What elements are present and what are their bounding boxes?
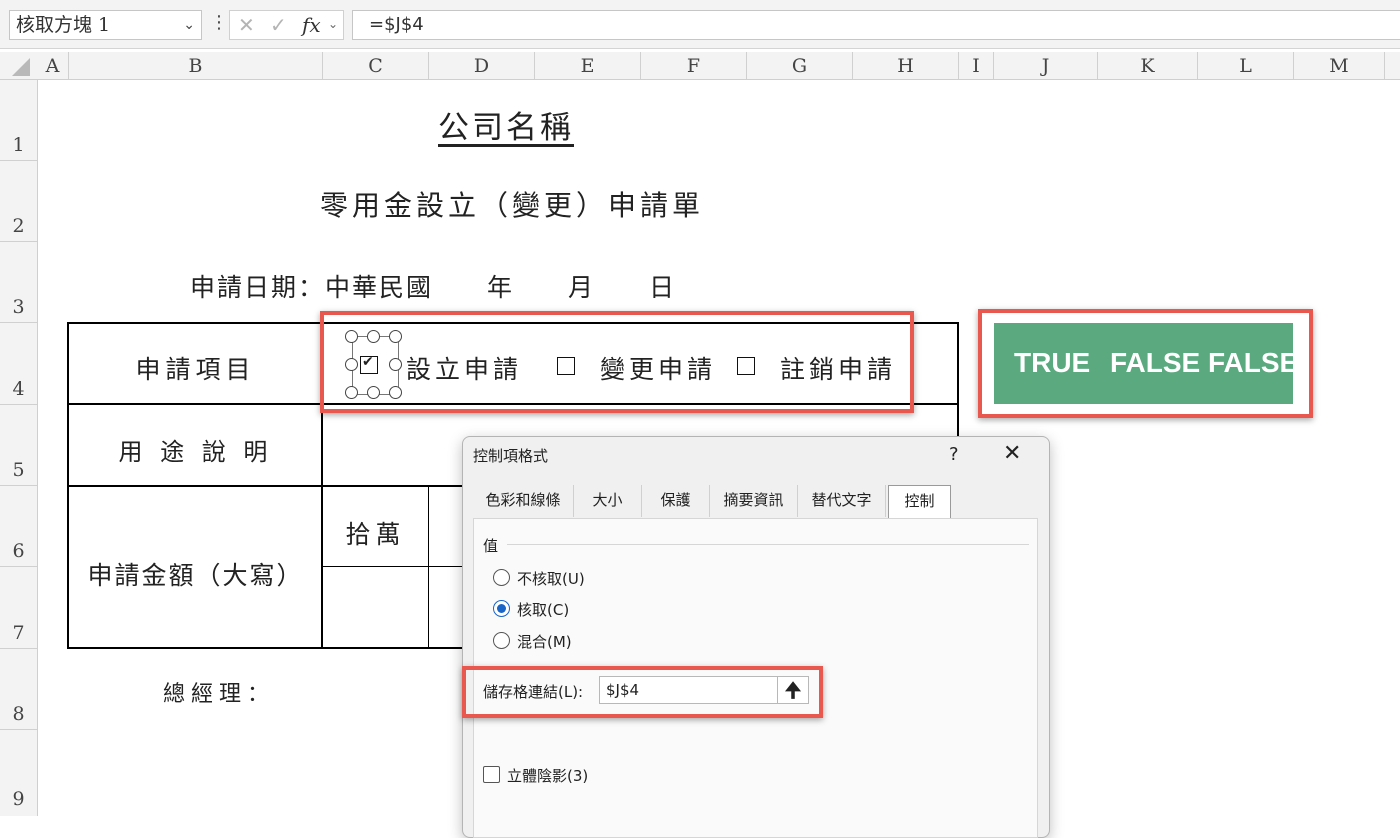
row-header-1[interactable]: 1: [0, 80, 37, 161]
column-header-g[interactable]: G: [747, 52, 853, 79]
formula-buttons: ✕ ✓ fx ⌄: [229, 10, 344, 40]
row-header-7[interactable]: 7: [0, 567, 37, 649]
enter-icon[interactable]: ✓: [270, 13, 287, 37]
radio-mixed-label[interactable]: 混合(M): [517, 631, 572, 652]
formula-bar: 核取方塊 1 ⌄ ⋮ ✕ ✓ fx ⌄ =$J$4: [0, 0, 1400, 49]
dialog-title: 控制項格式: [473, 447, 549, 465]
close-icon[interactable]: ✕: [1003, 441, 1021, 466]
column-headers: A B C D E F G H I J K L M: [0, 52, 1400, 80]
column-header-k[interactable]: K: [1098, 52, 1198, 79]
column-header-h[interactable]: H: [853, 52, 959, 79]
column-header-m[interactable]: M: [1294, 52, 1385, 79]
format-control-dialog: 控制項格式 ? ✕ 色彩和線條 大小 保護 摘要資訊 替代文字 控制 值 不核取…: [462, 436, 1050, 838]
company-name: 公司名稱: [438, 110, 574, 146]
insert-function-icon[interactable]: fx: [302, 13, 321, 37]
highlight-cell-link: [462, 666, 823, 718]
tab-size[interactable]: 大小: [574, 485, 642, 517]
cancel-icon[interactable]: ✕: [238, 13, 255, 37]
radio-checked-label[interactable]: 核取(C): [517, 599, 569, 620]
row-header-9[interactable]: 9: [0, 730, 37, 816]
column-header-c[interactable]: C: [323, 52, 429, 79]
form-title: 零用金設立（變更）申請單: [320, 189, 705, 222]
column-header-d[interactable]: D: [429, 52, 535, 79]
label-apply-item: 申請項目: [135, 355, 256, 384]
row-header-2[interactable]: 2: [0, 161, 37, 242]
label-amount-unit: 拾萬: [345, 520, 406, 549]
column-header-i[interactable]: I: [959, 52, 994, 79]
tab-protection[interactable]: 保護: [642, 485, 710, 517]
shadow-checkbox[interactable]: [483, 766, 500, 783]
chevron-down-icon[interactable]: ⌄: [183, 11, 195, 39]
dialog-tabs: 色彩和線條 大小 保護 摘要資訊 替代文字 控制: [473, 485, 1038, 518]
linked-values: TRUE FALSE FALSE: [994, 323, 1298, 404]
formula-input[interactable]: =$J$4: [352, 10, 1400, 40]
tab-colors-lines[interactable]: 色彩和線條: [473, 485, 574, 517]
column-header-j[interactable]: J: [994, 52, 1098, 79]
more-options-icon[interactable]: ⋮: [210, 12, 228, 33]
name-box[interactable]: 核取方塊 1 ⌄: [9, 10, 202, 40]
select-all-corner[interactable]: [12, 58, 30, 76]
date-line: 申請日期：中華民國 年 月 日: [190, 273, 677, 302]
value-group-divider: [507, 544, 1029, 545]
manager-label: 總經理：: [163, 682, 276, 707]
row-header-8[interactable]: 8: [0, 649, 37, 730]
tab-alt-text[interactable]: 替代文字: [798, 485, 886, 517]
highlight-checkboxes: [320, 311, 914, 413]
row-header-6[interactable]: 6: [0, 486, 37, 567]
radio-mixed[interactable]: [493, 632, 510, 649]
column-header-f[interactable]: F: [641, 52, 747, 79]
tab-properties[interactable]: 摘要資訊: [710, 485, 798, 517]
row-header-4[interactable]: 4: [0, 323, 37, 405]
radio-unchecked-label[interactable]: 不核取(U): [517, 568, 585, 589]
value-group-label: 值: [483, 537, 499, 555]
row-header-3[interactable]: 3: [0, 242, 37, 323]
radio-unchecked[interactable]: [493, 569, 510, 586]
row-header-5[interactable]: 5: [0, 405, 37, 486]
linked-value-j4[interactable]: TRUE: [1014, 347, 1090, 379]
row-headers: 1 2 3 4 5 6 7 8 9: [0, 80, 38, 816]
shadow-label[interactable]: 立體陰影(3): [507, 765, 588, 786]
chevron-down-icon[interactable]: ⌄: [328, 17, 338, 31]
column-header-e[interactable]: E: [535, 52, 641, 79]
label-purpose: 用 途 說 明: [118, 438, 273, 466]
tab-control[interactable]: 控制: [888, 485, 951, 518]
label-amount: 申請金額（大寫）: [87, 561, 304, 590]
column-header-b[interactable]: B: [69, 52, 323, 79]
linked-value-k4[interactable]: FALSE: [1110, 347, 1200, 379]
column-header-a[interactable]: A: [37, 52, 69, 79]
help-icon[interactable]: ?: [949, 444, 959, 465]
column-header-l[interactable]: L: [1198, 52, 1294, 79]
name-box-value: 核取方塊 1: [16, 14, 111, 36]
radio-checked[interactable]: [493, 600, 510, 617]
linked-value-l4[interactable]: FALSE: [1208, 347, 1298, 379]
